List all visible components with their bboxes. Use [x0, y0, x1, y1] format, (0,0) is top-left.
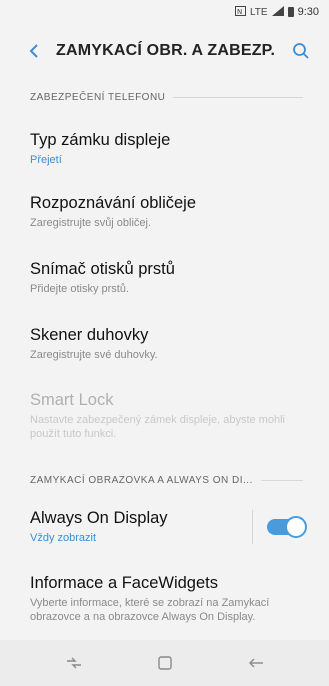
- lte-icon: LTE: [249, 6, 268, 18]
- item-title: Informace a FaceWidgets: [30, 574, 218, 592]
- list-item-screen-lock-type[interactable]: Typ zámku displeje Přejetí: [30, 130, 303, 167]
- item-subtitle: Zaregistrujte své duhovky.: [30, 349, 158, 361]
- section-title: ZABEZPEČENÍ TELEFONU: [30, 92, 166, 103]
- list-item-info-facewidgets[interactable]: Informace a FaceWidgets Vyberte informac…: [30, 573, 303, 624]
- back-icon[interactable]: [236, 643, 276, 683]
- app-header: ZAMYKACÍ OBR. A ZABEZP.: [0, 24, 329, 78]
- item-subtitle: Nastavte zabezpečený zámek displeje, aby…: [30, 414, 285, 440]
- list-item-face-recognition[interactable]: Rozpoznávání obličeje Zaregistrujte svůj…: [30, 193, 303, 230]
- item-subtitle: Přidejte otisky prstů.: [30, 283, 130, 295]
- list-item-smart-lock: Smart Lock Nastavte zabezpečený zámek di…: [30, 390, 303, 441]
- nfc-icon: N: [234, 5, 246, 19]
- item-subtitle: Přejetí: [30, 154, 62, 166]
- item-title: Typ zámku displeje: [30, 131, 171, 149]
- item-title: Snímač otisků prstů: [30, 260, 175, 278]
- list-item-always-on-display[interactable]: Always On Display Vždy zobrazit: [30, 508, 307, 545]
- toggle-knob: [285, 515, 307, 538]
- section-header-phone-security: ZABEZPEČENÍ TELEFONU: [30, 92, 303, 103]
- item-title: Always On Display: [30, 509, 168, 527]
- item-subtitle: Vyberte informace, které se zobrazí na Z…: [30, 597, 270, 623]
- search-icon[interactable]: [281, 31, 321, 71]
- status-bar: N LTE 9:30: [0, 0, 329, 24]
- back-arrow-icon[interactable]: [14, 31, 54, 71]
- item-title: Rozpoznávání obličeje: [30, 194, 197, 212]
- section-header-lock-screen-aod: ZAMYKACÍ OBRAZOVKA A ALWAYS ON DI...: [30, 475, 303, 486]
- section-title: ZAMYKACÍ OBRAZOVKA A ALWAYS ON DI...: [30, 475, 253, 486]
- navigation-bar: [0, 640, 329, 686]
- item-subtitle: Vždy zobrazit: [30, 532, 97, 544]
- status-time: 9:30: [297, 6, 319, 18]
- item-subtitle: Zaregistrujte svůj obličej.: [30, 217, 152, 229]
- divider: [252, 509, 253, 544]
- signal-icon: [271, 5, 284, 19]
- battery-icon: [287, 7, 294, 17]
- always-on-display-toggle[interactable]: [267, 515, 307, 538]
- divider: [173, 97, 303, 98]
- list-item-fingerprint-scanner[interactable]: Snímač otisků prstů Přidejte otisky prst…: [30, 259, 303, 296]
- home-icon[interactable]: [145, 643, 185, 683]
- list-item-iris-scanner[interactable]: Skener duhovky Zaregistrujte své duhovky…: [30, 325, 303, 362]
- svg-text:N: N: [237, 8, 242, 16]
- item-title: Smart Lock: [30, 391, 114, 409]
- recent-apps-icon[interactable]: [54, 643, 94, 683]
- divider: [260, 480, 303, 481]
- page-title: ZAMYKACÍ OBR. A ZABEZP.: [56, 42, 276, 59]
- item-title: Skener duhovky: [30, 326, 149, 344]
